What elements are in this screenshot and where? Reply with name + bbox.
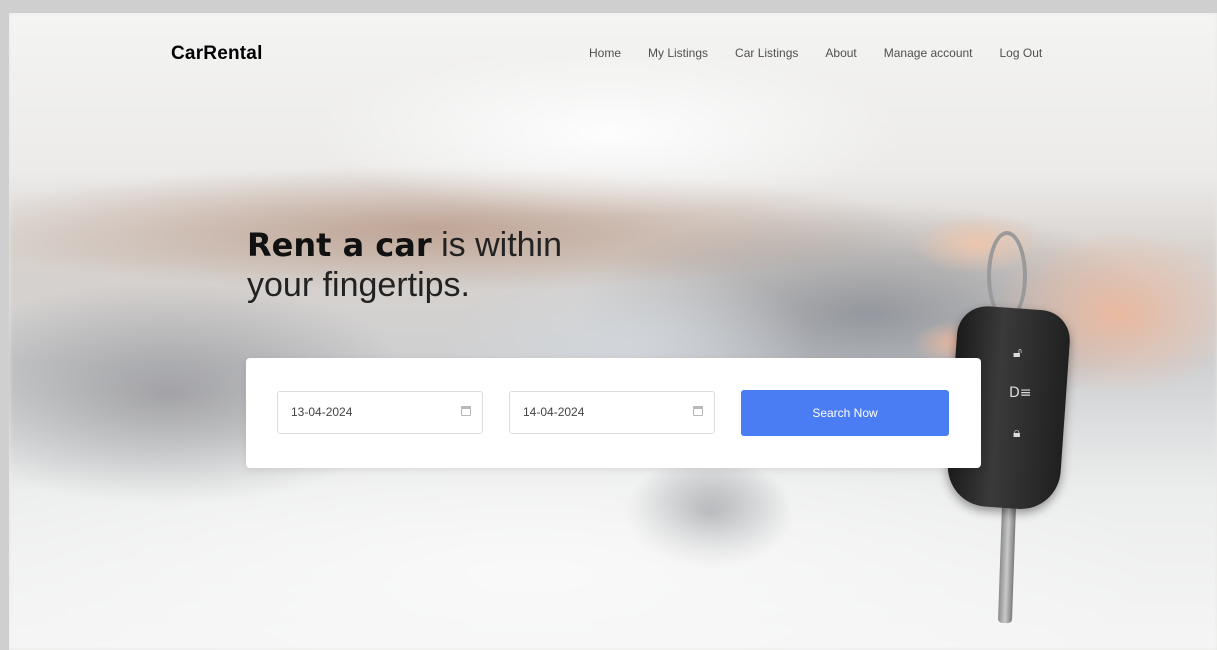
hero-line-2: your fingertips. xyxy=(247,266,470,304)
hero-heading: Rent a car is within your fingertips. xyxy=(247,225,562,305)
end-date-field[interactable]: 14-04-2024 xyxy=(509,391,715,434)
brand-logo[interactable]: CarRental xyxy=(171,43,263,65)
nav-item-home[interactable]: Home xyxy=(589,46,621,60)
hero-light-text: is within xyxy=(431,226,563,264)
lock-icon: 🔒︎ xyxy=(1013,425,1021,441)
hero-line-1: Rent a car is within xyxy=(247,225,562,265)
unlock-icon: 🔓︎ xyxy=(1013,345,1023,361)
start-date-value: 13-04-2024 xyxy=(291,405,353,419)
search-card: 13-04-2024 14-04-2024 Search Now xyxy=(246,358,981,468)
nav-item-about[interactable]: About xyxy=(825,46,856,60)
nav-item-log-out[interactable]: Log Out xyxy=(1000,46,1043,60)
nav-item-manage-account[interactable]: Manage account xyxy=(884,46,973,60)
nav-item-my-listings[interactable]: My Listings xyxy=(648,46,708,60)
page-frame: 🔓︎ D≡ 🔒︎ CarRental Home My Listings Car … xyxy=(9,13,1217,650)
hero-bold-text: Rent a car xyxy=(247,226,432,264)
search-now-button[interactable]: Search Now xyxy=(741,390,949,436)
calendar-icon[interactable] xyxy=(461,406,471,416)
start-date-field[interactable]: 13-04-2024 xyxy=(277,391,483,434)
nav-item-car-listings[interactable]: Car Listings xyxy=(735,46,798,60)
calendar-icon[interactable] xyxy=(693,406,703,416)
main-nav: Home My Listings Car Listings About Mana… xyxy=(589,46,1069,60)
end-date-value: 14-04-2024 xyxy=(523,405,585,419)
headlight-icon: D≡ xyxy=(1009,385,1032,401)
